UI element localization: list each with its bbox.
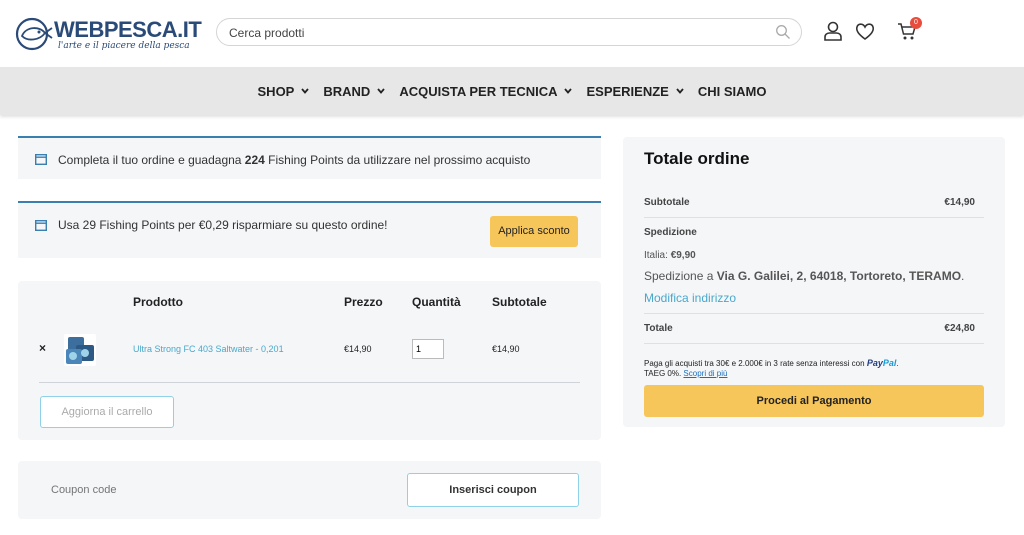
fish-logo-icon (15, 17, 53, 51)
main-nav: SHOP BRAND ACQUISTA PER TECNICA ESPERIENZE C… (0, 67, 1024, 115)
points-earn-notice: Completa il tuo ordine e guadagna 224 Fi… (18, 136, 601, 179)
site-logo[interactable]: WEBPESCA.IT l'arte e il piacere della pe… (14, 14, 202, 56)
col-header-subtotal: Subtotale (492, 295, 547, 309)
quantity-input[interactable] (412, 339, 444, 359)
subtotal-value: €14,90 (944, 197, 975, 208)
product-thumbnail[interactable] (62, 331, 98, 369)
total-value: €24,80 (944, 323, 975, 334)
checkout-button[interactable]: Procedi al Pagamento (644, 385, 984, 417)
nav-item-label: ACQUISTA PER TECNICA (399, 83, 558, 99)
shipping-method-price: €9,90 (670, 250, 696, 261)
summary-divider (644, 313, 984, 314)
nav-item-label: BRAND (323, 83, 371, 99)
summary-divider (644, 343, 984, 344)
search-bar[interactable] (216, 18, 802, 46)
site-header: WEBPESCA.IT l'arte e il piacere della pe… (0, 0, 1024, 67)
row-divider (39, 382, 580, 383)
user-icon[interactable] (822, 20, 844, 42)
change-address-link[interactable]: Modifica indirizzo (644, 291, 736, 305)
logo-text: WEBPESCA.IT (54, 17, 202, 42)
calendar-icon (35, 154, 47, 165)
nav-item-label: ESPERIENZE (586, 83, 669, 99)
shipping-address: Via G. Galilei, 2, 64018, Tortoreto, TER… (716, 269, 962, 283)
coupon-box: Inserisci coupon (18, 461, 601, 519)
nav-item-chi-siamo[interactable]: CHI SIAMO (698, 84, 767, 99)
chevron-down-icon (301, 88, 310, 94)
nav-item-acquista-per-tecnica[interactable]: ACQUISTA PER TECNICA (399, 83, 573, 99)
search-icon[interactable] (775, 24, 791, 40)
shipping-method: Italia: €9,90 (644, 250, 696, 261)
points-redeem-notice: Usa 29 Fishing Points per €0,29 risparmi… (18, 201, 601, 258)
taeg-text: TAEG 0%. Scopri di più (644, 369, 728, 378)
remove-item-button[interactable]: × (39, 341, 46, 355)
subtotal-label: Subtotale (644, 197, 690, 208)
apply-discount-button[interactable]: Applica sconto (490, 216, 578, 247)
chevron-down-icon (676, 88, 684, 94)
col-header-price: Prezzo (344, 295, 383, 309)
col-header-quantity: Quantità (412, 295, 461, 309)
nav-item-brand[interactable]: BRAND (323, 84, 385, 99)
points-amount: 224 (244, 153, 265, 167)
coupon-code-input[interactable] (38, 477, 338, 503)
shipping-label: Spedizione (644, 227, 697, 238)
summary-title: Totale ordine (644, 149, 750, 168)
paypal-logo: PayPal (866, 358, 897, 368)
cart-count-badge: 0 (910, 17, 922, 29)
shipping-destination: Spedizione a Via G. Galilei, 2, 64018, T… (644, 269, 965, 283)
nav-item-label: CHI SIAMO (697, 83, 767, 99)
points-redeem-text: Usa 29 Fishing Points per €0,29 risparmi… (58, 218, 388, 232)
total-label: Totale (644, 323, 673, 334)
summary-divider (644, 217, 984, 218)
points-earn-text: Completa il tuo ordine e guadagna 224 Fi… (58, 153, 531, 167)
learn-more-link[interactable]: Scopri di più (683, 369, 727, 378)
nav-item-shop[interactable]: SHOP (258, 84, 310, 99)
product-subtotal: €14,90 (492, 344, 520, 354)
paypal-installments-text: Paga gli acquisti tra 30€ e 2.000€ in 3 … (644, 358, 899, 368)
chevron-down-icon (377, 88, 385, 94)
cart-table: Prodotto Prezzo Quantità Subtotale × Ult… (18, 281, 601, 440)
apply-coupon-button[interactable]: Inserisci coupon (407, 473, 579, 507)
update-cart-button[interactable]: Aggiorna il carrello (40, 396, 174, 428)
col-header-product: Prodotto (133, 295, 183, 309)
calendar-icon (35, 220, 47, 231)
nav-item-esperienze[interactable]: ESPERIENZE (586, 83, 684, 99)
product-name-link[interactable]: Ultra Strong FC 403 Saltwater - 0,201 (133, 344, 284, 354)
search-input[interactable] (229, 24, 759, 42)
product-price: €14,90 (344, 344, 372, 354)
logo-tagline: l'arte e il piacere della pesca (58, 41, 190, 51)
nav-item-label: SHOP (257, 83, 295, 99)
order-summary: Totale ordine Subtotale €14,90 Spedizion… (623, 137, 1005, 427)
chevron-down-icon (564, 88, 573, 94)
heart-icon[interactable] (854, 20, 876, 42)
